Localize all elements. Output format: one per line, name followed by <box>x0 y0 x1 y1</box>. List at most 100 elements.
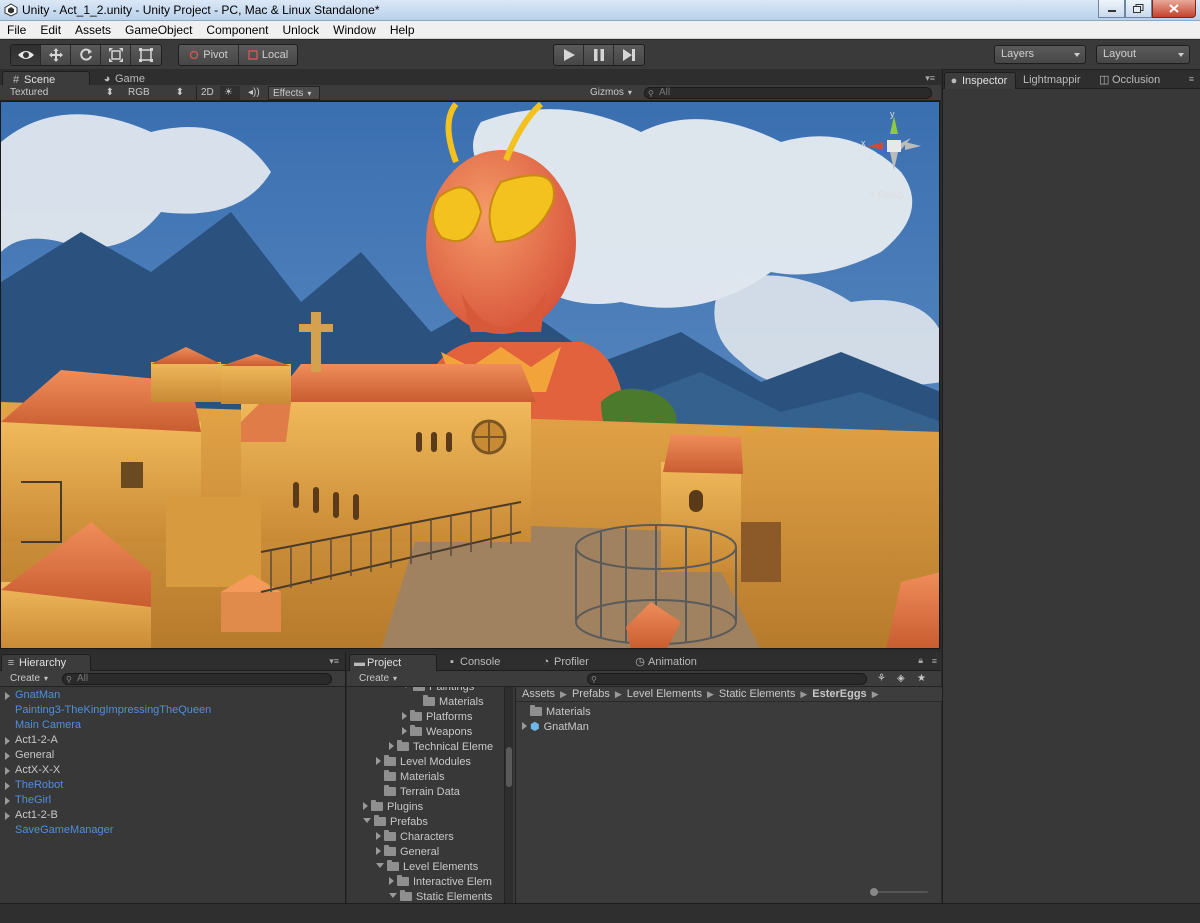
panel-menu-icon[interactable]: ▾≡ <box>925 73 935 84</box>
project-create-dropdown[interactable]: Create ▾ <box>355 672 403 686</box>
menu-edit[interactable]: Edit <box>33 21 68 39</box>
expand-arrow-icon[interactable] <box>402 727 407 735</box>
expand-arrow-icon[interactable] <box>376 847 381 855</box>
expanded-arrow-icon[interactable] <box>376 863 384 868</box>
view-tool-button[interactable] <box>11 45 41 65</box>
expand-arrow-icon[interactable] <box>389 877 394 885</box>
hierarchy-item[interactable]: General <box>0 748 345 763</box>
tab-occlusion[interactable]: ◫ Occlusion <box>1095 72 1173 89</box>
gizmos-dropdown[interactable]: Gizmos ▾ <box>586 86 638 100</box>
hierarchy-item[interactable]: TheRobot <box>0 778 345 793</box>
hierarchy-item[interactable]: ActX-X-X <box>0 763 345 778</box>
expand-arrow-icon[interactable] <box>363 802 368 810</box>
menu-component[interactable]: Component <box>199 21 275 39</box>
channel-dropdown[interactable]: RGB ⬍ <box>124 86 188 100</box>
expand-arrow-icon[interactable] <box>5 692 10 700</box>
minimize-button[interactable] <box>1098 0 1125 18</box>
expand-arrow-icon[interactable] <box>5 782 10 790</box>
play-button[interactable] <box>554 45 584 65</box>
2d-toggle-button[interactable]: 2D <box>196 86 218 100</box>
project-tree-item[interactable]: Plugins <box>363 800 423 815</box>
project-tree-scrollbar[interactable] <box>504 687 513 903</box>
lighting-toggle-button[interactable]: ☀ <box>220 86 240 100</box>
menu-gameobject[interactable]: GameObject <box>118 21 199 39</box>
breadcrumb-segment[interactable]: Assets <box>522 688 555 700</box>
expand-arrow-icon[interactable] <box>5 752 10 760</box>
menu-help[interactable]: Help <box>383 21 422 39</box>
tab-console[interactable]: ▪ Console <box>443 654 531 671</box>
expand-arrow-icon[interactable] <box>402 712 407 720</box>
local-button[interactable]: Local <box>239 45 297 65</box>
tab-profiler[interactable]: ◔ Profiler <box>537 654 625 671</box>
project-tree-item[interactable]: Interactive Elem <box>389 875 492 890</box>
project-tree-item[interactable]: Paintings <box>402 687 474 695</box>
audio-toggle-button[interactable]: ◂)) <box>244 86 266 100</box>
icon-size-slider[interactable] <box>870 888 928 896</box>
scene-viewport[interactable]: y x z < Persp <box>0 101 940 649</box>
project-tree-item[interactable]: Weapons <box>402 725 472 740</box>
panel-menu-icon[interactable]: ≡ <box>1189 74 1194 84</box>
expanded-arrow-icon[interactable] <box>389 893 397 898</box>
panel-menu-icon[interactable]: ▾≡ <box>329 656 339 667</box>
hierarchy-item[interactable]: Act1-2-A <box>0 733 345 748</box>
step-button[interactable] <box>614 45 644 65</box>
pivot-button[interactable]: Pivot <box>179 45 239 65</box>
pause-button[interactable] <box>584 45 614 65</box>
hierarchy-item[interactable]: Act1-2-B <box>0 808 345 823</box>
menu-window[interactable]: Window <box>326 21 383 39</box>
tab-project[interactable]: ▬ Project <box>349 654 437 671</box>
project-tree-item[interactable]: Prefabs <box>363 815 428 830</box>
project-tree-item[interactable]: Technical Eleme <box>389 740 493 755</box>
breadcrumb-segment[interactable]: Level Elements <box>627 688 702 700</box>
layout-dropdown[interactable]: Layout <box>1096 45 1190 64</box>
move-tool-button[interactable] <box>41 45 71 65</box>
scale-tool-button[interactable] <box>101 45 131 65</box>
tab-inspector[interactable]: ● Inspector <box>944 72 1016 89</box>
asset-item[interactable]: Materials <box>522 705 591 720</box>
expanded-arrow-icon[interactable] <box>402 687 410 688</box>
project-tree-item[interactable]: Terrain Data <box>376 785 460 800</box>
close-button[interactable] <box>1152 0 1196 18</box>
tab-lightmapping[interactable]: Lightmappir <box>1019 72 1091 89</box>
expand-arrow-icon[interactable] <box>389 742 394 750</box>
hierarchy-item[interactable]: GnatMan <box>0 688 345 703</box>
tab-hierarchy[interactable]: ≡ Hierarchy <box>1 654 91 671</box>
hierarchy-item[interactable]: TheGirl <box>0 793 345 808</box>
filter-type-icon[interactable]: ⚘ <box>877 672 891 686</box>
project-tree-item[interactable]: Static Elements <box>389 890 492 903</box>
project-search-input[interactable]: ⚲ <box>587 673 867 685</box>
expand-arrow-icon[interactable] <box>376 832 381 840</box>
breadcrumb-segment[interactable]: Prefabs <box>572 688 610 700</box>
filter-label-icon[interactable]: ◈ <box>897 672 911 686</box>
hierarchy-item[interactable]: Painting3-TheKingImpressingTheQueen <box>0 703 345 718</box>
scene-search-input[interactable]: ⚲ All <box>644 87 932 99</box>
expand-arrow-icon[interactable] <box>5 812 10 820</box>
hierarchy-search-input[interactable]: ⚲ All <box>62 673 332 685</box>
rotate-tool-button[interactable] <box>71 45 101 65</box>
expanded-arrow-icon[interactable] <box>363 818 371 823</box>
project-tree-item[interactable]: General <box>376 845 439 860</box>
hierarchy-item[interactable]: SaveGameManager <box>0 823 345 838</box>
expand-arrow-icon[interactable] <box>522 722 527 730</box>
scene-gizmo[interactable]: y x z < Persp <box>859 108 929 201</box>
expand-arrow-icon[interactable] <box>5 797 10 805</box>
breadcrumb-segment[interactable]: EsterEggs <box>812 688 866 700</box>
tab-animation[interactable]: ◷ Animation <box>631 654 719 671</box>
project-tree-item[interactable]: Platforms <box>402 710 472 725</box>
scrollbar-thumb[interactable] <box>506 747 512 787</box>
project-tree-item[interactable]: Materials <box>376 770 445 785</box>
hierarchy-create-dropdown[interactable]: Create ▾ <box>6 672 54 686</box>
projection-label[interactable]: < Persp <box>869 190 904 201</box>
favorite-star-icon[interactable]: ★ <box>917 672 931 686</box>
menu-assets[interactable]: Assets <box>68 21 118 39</box>
layers-dropdown[interactable]: Layers <box>994 45 1086 64</box>
expand-arrow-icon[interactable] <box>5 737 10 745</box>
slider-handle[interactable] <box>870 888 878 896</box>
expand-arrow-icon[interactable] <box>5 767 10 775</box>
menu-unlock[interactable]: Unlock <box>275 21 326 39</box>
hierarchy-item[interactable]: Main Camera <box>0 718 345 733</box>
rect-tool-button[interactable] <box>131 45 161 65</box>
project-tree-item[interactable]: Level Elements <box>376 860 478 875</box>
effects-dropdown[interactable]: Effects ▾ <box>268 86 320 100</box>
panel-menu-icon[interactable]: ≡ <box>932 656 937 666</box>
